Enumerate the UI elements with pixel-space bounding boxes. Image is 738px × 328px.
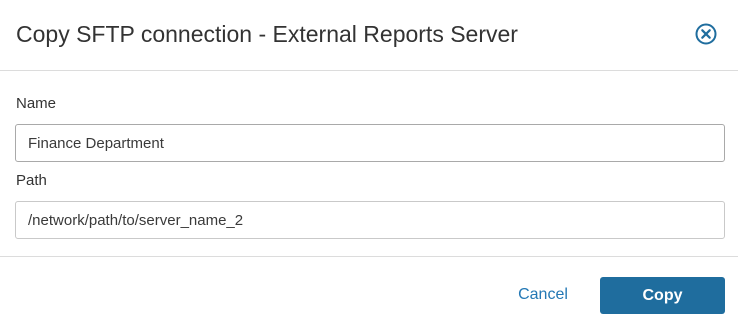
- cancel-button[interactable]: Cancel: [504, 277, 582, 313]
- dialog-body: Name Path: [0, 71, 738, 257]
- path-label: Path: [16, 172, 47, 189]
- copy-button[interactable]: Copy: [600, 277, 725, 314]
- dialog-footer: Cancel Copy: [0, 257, 738, 328]
- dialog-header: Copy SFTP connection - External Reports …: [0, 0, 738, 71]
- path-input[interactable]: [15, 201, 725, 239]
- name-label: Name: [16, 95, 57, 112]
- close-icon[interactable]: [694, 22, 718, 46]
- dialog-title: Copy SFTP connection - External Reports …: [16, 21, 518, 47]
- copy-connection-dialog: Copy SFTP connection - External Reports …: [0, 0, 738, 328]
- name-input[interactable]: [15, 124, 725, 162]
